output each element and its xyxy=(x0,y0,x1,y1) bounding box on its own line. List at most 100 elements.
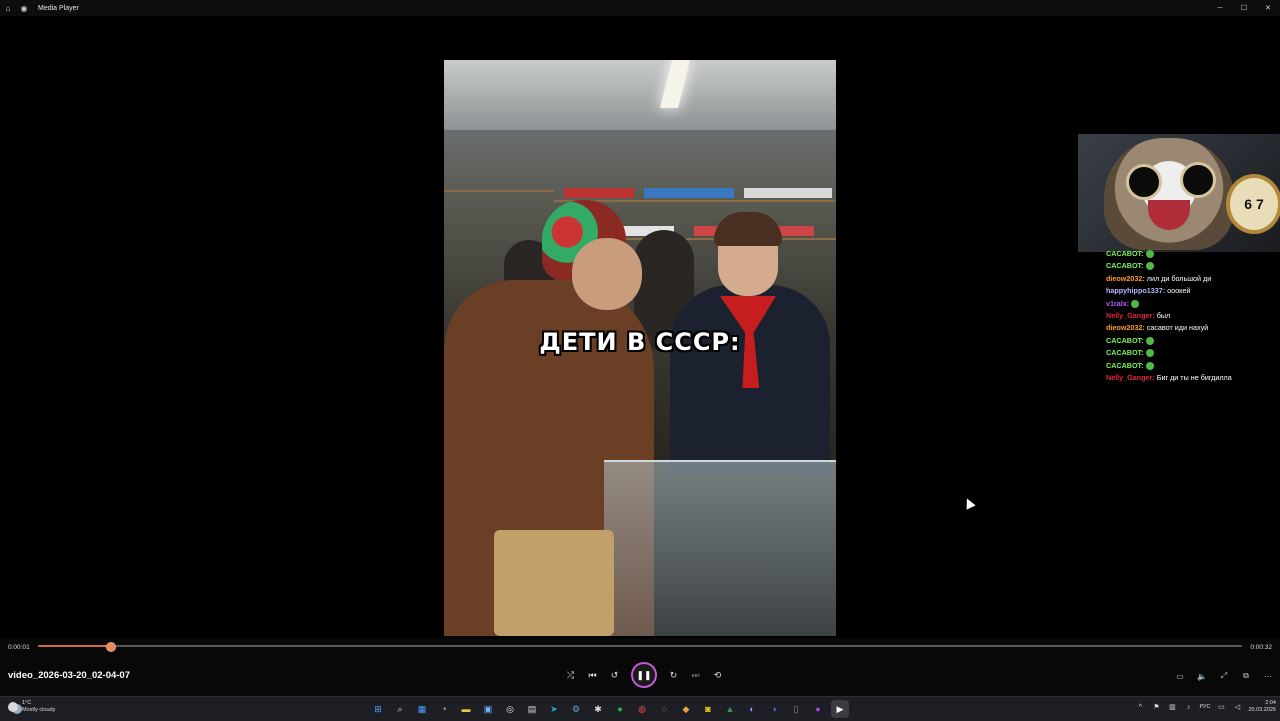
chat-message: CACABOT: xyxy=(1106,335,1276,347)
chat-username: happyhippo1337: xyxy=(1106,286,1166,296)
shelf xyxy=(444,190,554,192)
app-icon[interactable]: ◐ xyxy=(743,700,761,718)
language-indicator[interactable]: РУС xyxy=(1199,704,1210,710)
app-icon[interactable]: ▯ xyxy=(787,700,805,718)
boy-hair xyxy=(714,212,782,246)
cat-eye xyxy=(1126,164,1162,200)
skip-back-icon[interactable]: ↺ xyxy=(606,667,623,684)
chat-emote-icon xyxy=(1145,250,1154,259)
search-icon[interactable]: ⌕ xyxy=(391,700,409,718)
chat-username: dieow2032: xyxy=(1106,273,1145,283)
pause-button[interactable]: ❚❚ xyxy=(631,662,657,688)
clock-date: 20.03.2026 xyxy=(1248,707,1276,713)
telegram-icon[interactable]: ➤ xyxy=(545,700,563,718)
fullscreen-icon[interactable]: ⤢ xyxy=(1216,668,1232,684)
chevron-up-icon[interactable]: ^ xyxy=(1135,701,1145,713)
chat-message: CACABOT: xyxy=(1106,347,1276,359)
chat-message: Nelly_Ganger: Биг ди ты не бигдилла xyxy=(1106,372,1276,384)
chat-username: CACABOT: xyxy=(1106,249,1144,258)
app-icon[interactable]: ● xyxy=(809,700,827,718)
chat-text: сасавот иди нахуй xyxy=(1144,323,1209,333)
chat-username: Nelly_Ganger: xyxy=(1106,372,1155,382)
minimize-button[interactable]: ─ xyxy=(1208,0,1232,16)
chat-username: Nelly_Ganger: xyxy=(1106,310,1155,320)
chat-emote-icon xyxy=(1145,336,1154,345)
chat-message: v1ralx: xyxy=(1106,298,1276,310)
chat-username: CACABOT: xyxy=(1106,261,1144,271)
store-icon[interactable]: ▤ xyxy=(523,700,541,718)
tray-app-icon[interactable]: ▥ xyxy=(1167,701,1177,713)
chat-emote-icon xyxy=(1145,361,1154,370)
volume-icon[interactable]: 🔈 xyxy=(1194,668,1210,684)
pocket-watch: 6 7 xyxy=(1226,174,1280,234)
tray-app-icon[interactable]: ⚑ xyxy=(1151,701,1161,713)
clock[interactable]: 2:04 20.03.2026 xyxy=(1248,700,1276,714)
video-file-name: video_2026-03-20_02-04-07 xyxy=(8,670,131,681)
chat-emote-icon xyxy=(1131,299,1140,308)
app-icon[interactable]: ▲ xyxy=(721,700,739,718)
player-right-controls: ▭ 🔈 ⤢ ⧉ ⋯ xyxy=(1172,668,1276,684)
home-icon[interactable]: ⌂ xyxy=(0,0,16,16)
string-bag xyxy=(494,530,614,636)
chat-message: happyhippo1337: ооокей xyxy=(1106,285,1276,297)
more-options-icon[interactable]: ⋯ xyxy=(1260,668,1276,684)
network-icon[interactable]: ▭ xyxy=(1216,701,1226,713)
microphone-icon[interactable]: ♪ xyxy=(1183,701,1193,713)
chat-message: Nelly_Ganger: был xyxy=(1106,310,1276,322)
chat-message: CACABOT: xyxy=(1106,360,1276,372)
app-icon[interactable]: ◌ xyxy=(655,700,673,718)
windows-start-icon[interactable]: ⊞ xyxy=(369,700,387,718)
seek-bar[interactable] xyxy=(38,642,1242,652)
chrome-icon[interactable]: ◍ xyxy=(633,700,651,718)
media-player-app-icon: ◉ xyxy=(20,3,28,13)
chat-message: CACABOT: xyxy=(1106,248,1276,260)
chat-message: dieow2032: лил ди большой ди xyxy=(1106,273,1276,285)
shuffle-icon[interactable]: ⤮ xyxy=(562,667,579,684)
task-view-icon[interactable]: ▦ xyxy=(413,700,431,718)
medicine-box xyxy=(564,188,634,198)
chat-username: dieow2032: xyxy=(1106,323,1145,333)
cat-head xyxy=(1104,138,1234,250)
repeat-off-icon[interactable]: ⟲ xyxy=(709,667,726,684)
window-controls: ─ ☐ ✕ xyxy=(1208,0,1280,16)
taskbar: c 1°C Mostly cloudy ⊞ ⌕ ▦ ◔ ▬ ▣ ◎ ▤ ➤ ⚙ … xyxy=(0,696,1280,721)
previous-icon[interactable]: ⏮ xyxy=(584,667,601,684)
maximize-button[interactable]: ☐ xyxy=(1232,0,1256,16)
app-icon[interactable]: ◔ xyxy=(435,700,453,718)
chat-username: CACABOT: xyxy=(1106,335,1144,345)
speaker-icon[interactable]: ◁ xyxy=(1232,701,1242,713)
app-icon[interactable]: ◙ xyxy=(699,700,717,718)
chat-emote-icon xyxy=(1145,349,1154,358)
skip-forward-icon[interactable]: ↻ xyxy=(665,667,682,684)
video-caption: ДЕТИ В СССР: xyxy=(539,328,741,356)
current-time: 0:00:01 xyxy=(8,644,30,651)
app-icon[interactable]: ▣ xyxy=(479,700,497,718)
playback-controls: ⤮ ⏮ ↺ ❚❚ ↻ ⏭ ⟲ xyxy=(562,662,726,688)
steam-icon[interactable]: ⚙ xyxy=(567,700,585,718)
weather-temperature: 1°C xyxy=(22,700,32,706)
weather-widget[interactable]: c 1°C Mostly cloudy xyxy=(8,700,55,714)
medicine-box xyxy=(744,188,832,198)
video-frame[interactable]: ДЕТИ В СССР: xyxy=(444,60,836,636)
next-icon[interactable]: ⏭ xyxy=(687,667,704,684)
file-explorer-icon[interactable]: ▬ xyxy=(457,700,475,718)
chat-text: Биг ди ты не бигдилла xyxy=(1154,372,1232,382)
discord-icon[interactable]: ◑ xyxy=(765,700,783,718)
clock-time: 2:04 xyxy=(1265,700,1276,706)
system-tray: ^ ⚑ ▥ ♪ РУС ▭ ◁ 2:04 20.03.2026 xyxy=(1135,700,1276,714)
mini-player-icon[interactable]: ⧉ xyxy=(1238,668,1254,684)
close-button[interactable]: ✕ xyxy=(1256,0,1280,16)
cat-eye xyxy=(1180,162,1216,198)
ceiling xyxy=(444,60,836,130)
media-player-taskbar-icon[interactable]: ▶ xyxy=(831,700,849,718)
subtitles-icon[interactable]: ▭ xyxy=(1172,668,1188,684)
chat-emote-icon xyxy=(1145,262,1154,271)
spotify-icon[interactable]: ● xyxy=(611,700,629,718)
app-icon[interactable]: ✱ xyxy=(589,700,607,718)
glass-counter xyxy=(604,460,836,636)
total-time: 0:00:32 xyxy=(1250,644,1272,651)
weather-description: Mostly cloudy xyxy=(22,707,56,713)
app-icon[interactable]: ◎ xyxy=(501,700,519,718)
app-icon[interactable]: ◆ xyxy=(677,700,695,718)
title-bar: ⌂ ◉ Media Player ─ ☐ ✕ xyxy=(0,0,1280,16)
